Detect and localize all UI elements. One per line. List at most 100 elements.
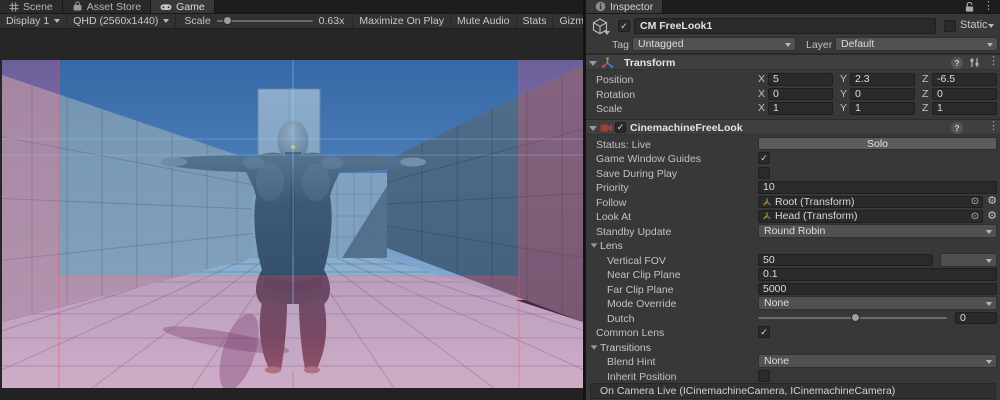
dutch-value-field[interactable]: 0 — [955, 312, 997, 325]
scale-value: 0.63x — [319, 15, 345, 27]
object-picker-icon[interactable]: ⊙ — [971, 211, 979, 222]
mode-override-dropdown[interactable]: None — [758, 296, 997, 310]
scale-slider[interactable] — [217, 20, 313, 22]
chevron-down-icon — [987, 43, 993, 47]
axis-y-label: Y — [840, 102, 850, 114]
position-y-field[interactable]: 2.3 — [850, 73, 915, 86]
near-clip-row: Near Clip Plane 0.1 — [586, 267, 1000, 282]
cinemachine-header[interactable]: ✓ CinemachineFreeLook ? ⋮ — [586, 119, 1000, 135]
gameobject-active-checkbox[interactable]: ✓ — [618, 20, 630, 32]
transform-header[interactable]: Transform ? ⋮ — [586, 54, 1000, 70]
standby-update-dropdown[interactable]: Round Robin — [758, 224, 997, 238]
transitions-section-row: Transitions — [586, 340, 1000, 355]
static-checkbox[interactable] — [944, 20, 956, 32]
components-list: Transform ? ⋮ Position X5 Y2.3 Z-6.5 — [586, 54, 1000, 385]
vertical-fov-row: Vertical FOV 50 — [586, 253, 1000, 268]
presets-icon[interactable] — [969, 57, 980, 68]
blend-hint-dropdown[interactable]: None — [758, 354, 997, 368]
static-label: Static — [960, 19, 988, 31]
near-clip-field[interactable]: 0.1 — [758, 268, 997, 281]
static-chevron[interactable] — [988, 24, 994, 28]
unlock-icon[interactable] — [964, 1, 975, 13]
kebab-menu-icon[interactable]: ⋮ — [988, 56, 999, 67]
resolution-dropdown[interactable]: QHD (2560x1440) — [67, 14, 176, 28]
gear-icon[interactable]: ⚙ — [987, 211, 997, 222]
component-enabled-checkbox[interactable]: ✓ — [615, 122, 626, 133]
rotation-y-field[interactable]: 0 — [850, 88, 915, 101]
game-viewport[interactable] — [2, 60, 583, 388]
lens-section-row: Lens — [586, 238, 1000, 253]
chevron-down-icon — [163, 19, 169, 23]
position-label: Position — [596, 74, 633, 86]
scene-grid-icon — [9, 2, 19, 12]
tab-game[interactable]: Game — [151, 0, 215, 13]
kebab-menu-icon[interactable]: ⋮ — [988, 121, 999, 132]
common-lens-label: Common Lens — [596, 327, 664, 339]
blend-hint-row: Blend Hint None — [586, 354, 1000, 369]
game-scene-render — [2, 60, 583, 388]
position-x-field[interactable]: 5 — [768, 73, 833, 86]
help-icon[interactable]: ? — [951, 57, 963, 69]
tab-asset-store[interactable]: Asset Store — [63, 0, 151, 13]
check-icon: ✓ — [760, 328, 768, 337]
priority-field[interactable]: 10 — [758, 181, 997, 194]
no-pass-zone-bottom[interactable] — [59, 276, 519, 388]
stats-button[interactable]: Stats — [516, 14, 553, 28]
dutch-slider[interactable] — [758, 317, 947, 319]
unity-editor-window: Scene Asset Store Game Display 1 QHD (25… — [0, 0, 1000, 400]
save-during-play-checkbox[interactable] — [758, 167, 770, 179]
game-window-guides-label: Game Window Guides — [596, 153, 701, 165]
foldout-icon[interactable] — [589, 61, 597, 66]
transform-icon — [762, 197, 772, 207]
rotation-x-field[interactable]: 0 — [768, 88, 833, 101]
tab-scene[interactable]: Scene — [0, 0, 63, 13]
save-during-play-label: Save During Play — [596, 168, 677, 180]
display-dropdown[interactable]: Display 1 — [0, 14, 67, 28]
object-picker-icon[interactable]: ⊙ — [971, 196, 979, 207]
maximize-on-play-button[interactable]: Maximize On Play — [352, 14, 450, 28]
look-at-object-field[interactable]: Head (Transform) ⊙ — [758, 210, 983, 223]
mute-audio-button[interactable]: Mute Audio — [450, 14, 516, 28]
no-pass-zone-right[interactable] — [519, 60, 583, 388]
gameobject-name-field[interactable]: CM FreeLook1 — [634, 18, 936, 34]
tag-dropdown[interactable]: Untagged — [632, 37, 796, 51]
position-row: Position X5 Y2.3 Z-6.5 — [586, 72, 1000, 87]
check-icon: ✓ — [760, 154, 768, 163]
standby-update-label: Standby Update — [596, 226, 671, 238]
soft-zone-overlay[interactable] — [59, 60, 519, 276]
tab-inspector[interactable]: Inspector — [586, 0, 663, 13]
foldout-icon[interactable] — [589, 126, 597, 131]
scale-label: Scale — [596, 103, 622, 115]
common-lens-checkbox[interactable]: ✓ — [758, 326, 770, 338]
no-pass-zone-left[interactable] — [2, 60, 59, 388]
gear-icon[interactable]: ⚙ — [987, 196, 997, 207]
cinemachine-icon — [600, 122, 613, 134]
inherit-position-checkbox[interactable] — [758, 370, 770, 382]
inherit-position-row: Inherit Position — [586, 369, 1000, 384]
scale-x-field[interactable]: 1 — [768, 102, 833, 115]
far-clip-field[interactable]: 5000 — [758, 283, 997, 296]
game-window-guides-checkbox[interactable]: ✓ — [758, 152, 770, 164]
dutch-slider-knob[interactable] — [851, 313, 860, 322]
solo-button[interactable]: Solo — [758, 137, 997, 150]
help-icon[interactable]: ? — [951, 122, 963, 134]
priority-label: Priority — [596, 182, 629, 194]
scale-z-field[interactable]: 1 — [932, 102, 997, 115]
follow-object-field[interactable]: Root (Transform) ⊙ — [758, 196, 983, 209]
position-z-field[interactable]: -6.5 — [932, 73, 997, 86]
axis-z-label: Z — [922, 73, 932, 85]
layer-dropdown[interactable]: Default — [835, 37, 998, 51]
cinemachine-guides — [2, 60, 583, 388]
fov-preset-dropdown[interactable] — [940, 253, 997, 267]
scale-y-field[interactable]: 1 — [850, 102, 915, 115]
vertical-fov-field[interactable]: 50 — [758, 254, 933, 267]
rotation-z-field[interactable]: 0 — [932, 88, 997, 101]
tag-layer-row: Tag Untagged Layer Default — [586, 37, 1000, 53]
foldout-icon[interactable] — [591, 243, 598, 247]
scale-slider-knob[interactable] — [223, 16, 232, 25]
gameobject-icon-chevron[interactable] — [604, 31, 610, 35]
foldout-icon[interactable] — [591, 345, 598, 349]
gameobject-header: ✓ CM FreeLook1 Static Tag Untagged Layer… — [586, 14, 1000, 54]
kebab-menu-icon[interactable]: ⋮ — [983, 1, 994, 12]
status-label: Status: Live — [596, 139, 651, 151]
